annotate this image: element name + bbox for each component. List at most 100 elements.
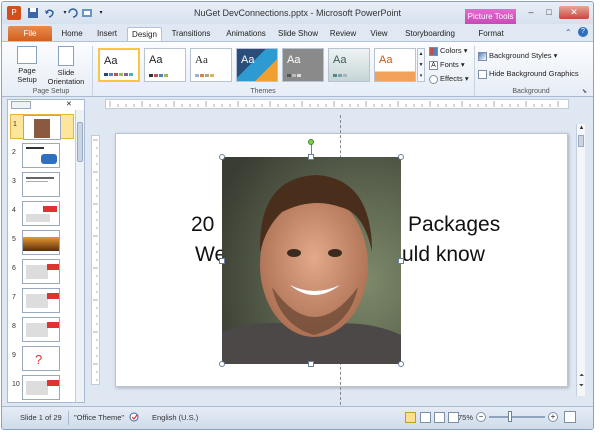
slide-thumbnail[interactable]: 5: [10, 230, 74, 255]
colors-label: Colors: [440, 46, 462, 55]
tab-storyboarding[interactable]: Storyboarding: [401, 27, 459, 41]
tab-slide-show[interactable]: Slide Show: [274, 27, 322, 41]
fonts-button[interactable]: A Fonts ▾: [429, 60, 465, 70]
tab-review[interactable]: Review: [325, 27, 361, 41]
zoom-out-button[interactable]: −: [476, 412, 486, 422]
vertical-ruler: [91, 135, 100, 385]
theme-sample-text: Aa: [333, 54, 347, 66]
theme-sample-text: Aa: [104, 55, 118, 67]
slide-number: 4: [12, 207, 16, 214]
theme-sample-text: Aa: [195, 54, 208, 66]
rotate-handle[interactable]: [308, 139, 314, 145]
resize-handle[interactable]: [219, 361, 225, 367]
slide-orientation-label: Slide Orientation: [47, 68, 85, 86]
slide-thumbnail[interactable]: 4: [10, 201, 74, 226]
fit-to-window-icon[interactable]: [564, 411, 576, 423]
theme-office[interactable]: Aa: [98, 48, 140, 82]
spelling-check-icon[interactable]: [129, 412, 139, 422]
tab-design[interactable]: Design: [127, 27, 162, 41]
tab-format[interactable]: Format: [466, 27, 516, 41]
page-setup-button[interactable]: Page Setup: [12, 46, 42, 84]
minimize-button[interactable]: –: [523, 6, 539, 19]
language-status[interactable]: English (U.S.): [152, 413, 198, 422]
slide-count-status: Slide 1 of 29: [20, 413, 62, 422]
tab-home[interactable]: Home: [56, 27, 88, 41]
dialog-launcher-icon[interactable]: ⬊: [582, 88, 587, 95]
zoom-in-button[interactable]: +: [548, 412, 558, 422]
tab-file[interactable]: File: [8, 26, 52, 41]
close-button[interactable]: ✕: [559, 6, 589, 19]
slide-thumbnail[interactable]: 3: [10, 172, 74, 197]
slide-sorter-icon[interactable]: [420, 412, 431, 423]
slides-tab[interactable]: [11, 101, 31, 109]
slide-thumbnail-preview: [22, 230, 60, 255]
slide-number: 6: [12, 265, 16, 272]
theme-5[interactable]: Aa: [282, 48, 324, 82]
slide-thumbnail[interactable]: 6: [10, 259, 74, 284]
zoom-slider-thumb[interactable]: [508, 411, 512, 422]
slide-scrollbar[interactable]: ▲ ⏶ ⏷: [576, 124, 585, 396]
effects-icon: [429, 74, 438, 84]
resize-handle[interactable]: [219, 258, 225, 264]
maximize-button[interactable]: □: [541, 6, 557, 19]
tab-animations[interactable]: Animations: [221, 27, 271, 41]
theme-4[interactable]: Aa: [236, 48, 278, 82]
theme-6[interactable]: Aa: [328, 48, 370, 82]
help-icon[interactable]: ?: [578, 27, 588, 37]
slide-number: 2: [12, 149, 16, 156]
minimize-ribbon-icon[interactable]: ⌃: [565, 28, 572, 37]
slide-thumbnails: 1 2 3 4 5 6 7 8 9? 10: [8, 110, 76, 402]
background-styles-button[interactable]: Background Styles ▾: [478, 51, 557, 61]
tab-transitions[interactable]: Transitions: [165, 27, 217, 41]
tab-view[interactable]: View: [364, 27, 394, 41]
status-bar: Slide 1 of 29 "Office Theme" English (U.…: [2, 406, 593, 429]
close-pane-icon[interactable]: ✕: [66, 100, 72, 108]
hide-background-graphics-checkbox[interactable]: Hide Background Graphics: [478, 69, 579, 79]
slide-scroll-thumb[interactable]: [578, 135, 584, 147]
zoom-level[interactable]: 75%: [458, 413, 473, 422]
tab-insert[interactable]: Insert: [90, 27, 124, 41]
slides-pane: ✕ 1 2 3 4 5 6 7 8 9? 10: [7, 99, 85, 403]
slide-thumbnail-preview: [22, 317, 60, 342]
theme-7[interactable]: Aa: [374, 48, 416, 82]
colors-icon: [429, 46, 438, 56]
scroll-up-icon[interactable]: ▲: [577, 124, 586, 133]
slide-thumbnail[interactable]: 8: [10, 317, 74, 342]
slide-number: 8: [12, 323, 16, 330]
slide-thumbnail[interactable]: 9?: [10, 346, 74, 371]
effects-button[interactable]: Effects ▾: [429, 74, 469, 84]
resize-handle[interactable]: [308, 361, 314, 367]
slide-orientation-button[interactable]: Slide Orientation: [44, 46, 88, 86]
colors-button[interactable]: Colors ▾: [429, 46, 468, 56]
themes-gallery-scroll[interactable]: ▲ ▼ ▾: [417, 48, 425, 82]
previous-slide-icon[interactable]: ⏶: [577, 372, 586, 381]
slide-thumbnail[interactable]: 1: [10, 114, 74, 140]
slide-thumbnail-preview: [22, 288, 60, 313]
slide-thumbnail[interactable]: 2: [10, 143, 74, 168]
resize-handle[interactable]: [398, 361, 404, 367]
page-setup-group-label: Page Setup: [32, 88, 70, 95]
slide-thumbnail[interactable]: 10: [10, 375, 74, 400]
reading-view-icon[interactable]: [434, 412, 445, 423]
normal-view-icon[interactable]: [405, 412, 416, 423]
theme-3[interactable]: Aa: [190, 48, 232, 82]
theme-2[interactable]: Aa: [144, 48, 186, 82]
themes-group-label: Themes: [250, 88, 276, 95]
zoom-slider[interactable]: [489, 416, 545, 418]
page-setup-label: Page Setup: [17, 66, 37, 84]
fonts-label: Fonts: [440, 60, 459, 69]
resize-handle[interactable]: [398, 258, 404, 264]
slide-photo[interactable]: [222, 157, 401, 364]
slide-thumbnail-preview: ?: [22, 346, 60, 371]
resize-handle[interactable]: [398, 154, 404, 160]
slide-orientation-icon: [58, 46, 74, 66]
slide-title-fragment: 20: [191, 213, 215, 236]
thumbnails-scroll-thumb[interactable]: [77, 122, 83, 162]
resize-handle[interactable]: [219, 154, 225, 160]
status-separator: [68, 411, 69, 425]
thumbnails-scrollbar[interactable]: [75, 110, 84, 402]
ribbon-separator: [474, 46, 475, 96]
theme-status[interactable]: "Office Theme": [74, 413, 124, 422]
slide-thumbnail[interactable]: 7: [10, 288, 74, 313]
next-slide-icon[interactable]: ⏷: [577, 382, 586, 391]
